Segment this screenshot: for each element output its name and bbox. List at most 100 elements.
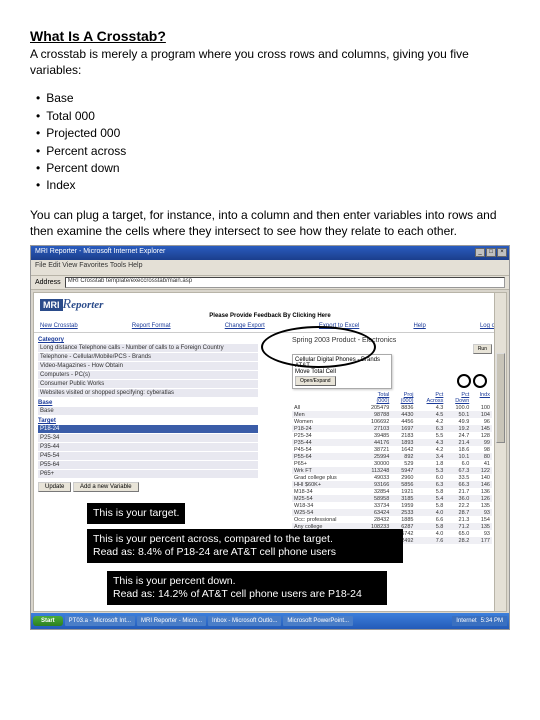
nav-link[interactable]: Help <box>413 323 425 332</box>
table-cell: 63424 <box>359 509 391 516</box>
address-input[interactable]: MRI Crosstab template/execcrosstab/main.… <box>65 277 505 288</box>
table-cell: 6.3 <box>415 425 445 432</box>
table-cell: 5.8 <box>415 523 445 530</box>
maximize-button[interactable]: □ <box>486 248 496 257</box>
table-cell: 21.4 <box>445 439 471 446</box>
table-row: Wrk FT11324859475.367.3122 <box>292 467 492 474</box>
table-cell: 5947 <box>391 467 415 474</box>
table-cell: 49.9 <box>445 418 471 425</box>
table-cell: 25994 <box>359 453 391 460</box>
table-cell: 3.4 <box>415 453 445 460</box>
hover-popup: Cellular Digital Phones - Brands AT&T Mo… <box>292 354 392 389</box>
explain-text: You can plug a target, for instance, int… <box>30 207 510 239</box>
window-title: MRI Reporter - Microsoft Internet Explor… <box>35 248 165 255</box>
run-button[interactable]: Run <box>473 344 492 354</box>
update-button[interactable]: Update <box>38 482 71 492</box>
table-cell: 4.5 <box>415 411 445 418</box>
table-cell: 41 <box>471 460 492 467</box>
target-row[interactable]: P45-54 <box>38 452 258 460</box>
table-cell: 65.0 <box>445 530 471 537</box>
table-cell: 67.3 <box>445 467 471 474</box>
start-button[interactable]: Start <box>33 616 63 626</box>
category-row[interactable]: Computers - PC(s) <box>38 371 258 379</box>
category-row[interactable]: Consumer Public Works <box>38 380 258 388</box>
table-cell: 30000 <box>359 460 391 467</box>
table-cell: Women <box>292 418 359 425</box>
table-cell: 98 <box>471 446 492 453</box>
nav-link[interactable]: New Crosstab <box>40 323 78 332</box>
table-cell: 113248 <box>359 467 391 474</box>
nav-link[interactable]: Change Export <box>225 323 265 332</box>
target-row[interactable]: P55-64 <box>38 461 258 469</box>
target-row[interactable]: P18-24 <box>38 425 258 433</box>
table-cell: 38721 <box>359 446 391 453</box>
table-cell: 33734 <box>359 502 391 509</box>
add-variable-button[interactable]: Add a new Variable <box>73 482 139 492</box>
target-header: Target <box>38 418 258 424</box>
table-cell: 99 <box>471 439 492 446</box>
table-cell: 5.8 <box>415 488 445 495</box>
base-row[interactable]: Base <box>38 407 258 415</box>
nav-link[interactable]: Export to Excel <box>319 323 359 332</box>
category-row[interactable]: Websites visited or shopped specifying: … <box>38 389 258 397</box>
table-cell: P55-64 <box>292 453 359 460</box>
table-row: All20547988364.3100.0100 <box>292 404 492 411</box>
table-cell: 93166 <box>359 481 391 488</box>
table-cell: 21.3 <box>445 516 471 523</box>
table-cell: 6.0 <box>415 474 445 481</box>
scrollbar[interactable] <box>494 293 506 611</box>
table-cell: 58958 <box>359 495 391 502</box>
left-panel: Category Long distance Telephone calls -… <box>38 337 258 492</box>
callout-text: This is your target. <box>93 507 179 519</box>
base-header: Base <box>38 400 258 406</box>
target-row[interactable]: P25-34 <box>38 434 258 442</box>
table-cell: 1893 <box>391 439 415 446</box>
table-cell: P45-54 <box>292 446 359 453</box>
table-row: P25-343948521835.524.7128 <box>292 432 492 439</box>
table-cell: P25-34 <box>292 432 359 439</box>
table-cell: 5.4 <box>415 495 445 502</box>
taskbar-item[interactable]: PT03.a - Microsoft Int... <box>65 616 135 626</box>
minimize-button[interactable]: _ <box>475 248 485 257</box>
taskbar-item[interactable]: Inbox - Microsoft Outlo... <box>208 616 281 626</box>
category-row[interactable]: Video-Magazines - How Obtain <box>38 362 258 370</box>
table-row: P65+300005291.86.041 <box>292 460 492 467</box>
table-cell: 6.3 <box>415 481 445 488</box>
list-item: Base <box>36 90 510 107</box>
scrollbar-thumb[interactable] <box>496 353 505 443</box>
table-cell: Men <box>292 411 359 418</box>
table-row: M18-343285419215.821.7136 <box>292 488 492 495</box>
list-item: Percent down <box>36 160 510 177</box>
ie-menu[interactable]: File Edit View Favorites Tools Help <box>31 260 509 276</box>
address-label: Address <box>35 279 61 286</box>
table-cell: 6.6 <box>415 516 445 523</box>
table-cell: 39485 <box>359 432 391 439</box>
tray-network-icon: Internet <box>456 618 476 624</box>
table-row: P45-543872116424.218.698 <box>292 446 492 453</box>
table-cell: 135 <box>471 523 492 530</box>
category-row[interactable]: Long distance Telephone calls - Number o… <box>38 344 258 352</box>
target-row[interactable]: P35-44 <box>38 443 258 451</box>
taskbar-item[interactable]: Microsoft PowerPoint... <box>283 616 353 626</box>
logo-eporter: eporter <box>71 299 103 311</box>
feedback-link[interactable]: Please Provide Feedback By Clicking Here <box>34 313 506 319</box>
table-cell: 36.0 <box>445 495 471 502</box>
target-row[interactable]: P65+ <box>38 470 258 478</box>
table-cell: 19.2 <box>445 425 471 432</box>
app-content: MRIReporter Please Provide Feedback By C… <box>33 292 507 612</box>
popup-expand-button[interactable]: Open/Expand <box>295 376 336 386</box>
taskbar-item[interactable]: MRI Reporter - Micro... <box>137 616 206 626</box>
table-cell: 28.7 <box>445 509 471 516</box>
nav-link[interactable]: Report Format <box>132 323 171 332</box>
table-cell: 3185 <box>391 495 415 502</box>
close-button[interactable]: × <box>497 248 507 257</box>
table-cell: 93 <box>471 509 492 516</box>
table-cell: 4.0 <box>415 530 445 537</box>
table-cell: 4.3 <box>415 404 445 411</box>
system-tray[interactable]: Internet 5:34 PM <box>452 616 507 626</box>
category-row[interactable]: Telephone - Cellular/Mobile/PCS - Brands <box>38 353 258 361</box>
right-panel: Spring 2003 Product - Electronics Run Ce… <box>292 337 492 544</box>
table-cell: 154 <box>471 516 492 523</box>
table-cell: 71.2 <box>445 523 471 530</box>
table-cell: W18-34 <box>292 502 359 509</box>
